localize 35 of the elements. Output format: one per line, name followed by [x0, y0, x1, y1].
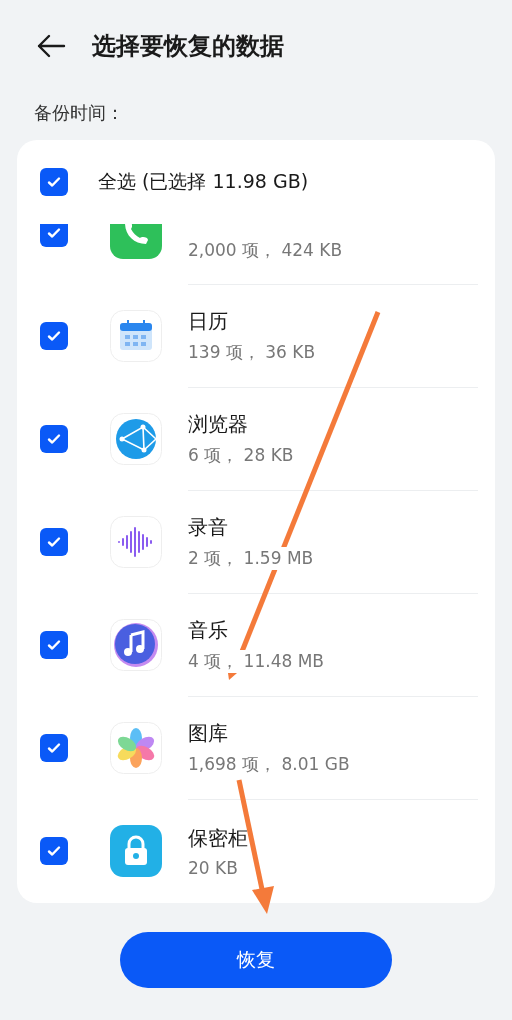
checkmark-icon — [46, 225, 62, 241]
flower-icon — [110, 722, 162, 774]
item-checkbox[interactable] — [40, 322, 68, 350]
calendar-icon — [110, 310, 162, 362]
checkmark-icon — [46, 637, 62, 653]
checkmark-icon — [46, 328, 62, 344]
item-name: 浏览器 — [188, 411, 249, 438]
checkmark-icon — [46, 534, 62, 550]
checkmark-icon — [46, 431, 62, 447]
item-checkbox[interactable] — [40, 734, 68, 762]
item-checkbox[interactable] — [40, 528, 68, 556]
checkmark-icon — [46, 843, 62, 859]
item-checkbox[interactable] — [40, 425, 68, 453]
globe-icon — [110, 413, 162, 465]
music-note-icon — [110, 619, 162, 671]
item-name: 图库 — [188, 720, 229, 747]
select-all-label: 全选 (已选择 11.98 GB) — [98, 169, 309, 194]
restore-button[interactable]: 恢复 — [120, 932, 392, 988]
item-name: 日历 — [188, 308, 229, 335]
item-detail: 4 项， 11.48 MB — [188, 650, 325, 673]
page-title: 选择要恢复的数据 — [92, 31, 284, 62]
item-name: 录音 — [188, 514, 229, 541]
item-name: 音乐 — [188, 617, 229, 644]
item-checkbox[interactable] — [40, 224, 68, 247]
backup-time-label: 备份时间： — [34, 101, 124, 125]
sound-wave-icon — [110, 516, 162, 568]
item-name: 保密柜 — [188, 824, 248, 852]
lock-icon — [110, 825, 162, 877]
item-checkbox[interactable] — [40, 631, 68, 659]
select-all-checkbox[interactable] — [40, 168, 68, 196]
checkmark-icon — [46, 174, 62, 190]
item-detail: 2 项， 1.59 MB — [188, 547, 314, 570]
back-icon[interactable] — [36, 34, 66, 58]
item-checkbox[interactable] — [40, 837, 68, 865]
checkmark-icon — [46, 740, 62, 756]
